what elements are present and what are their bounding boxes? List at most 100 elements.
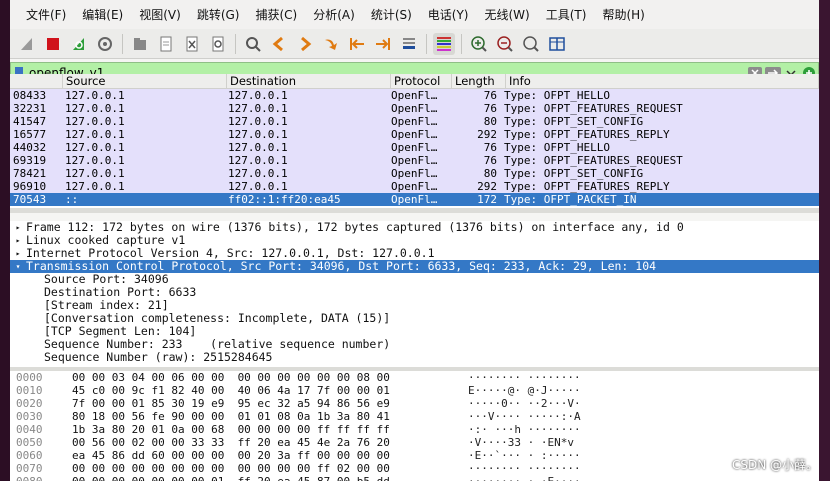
column-header-no[interactable] [10,74,63,88]
menu-item[interactable]: 分析(A) [305,6,363,23]
hex-row[interactable]: 0060 ea 45 86 dd 60 00 00 00 00 20 3a ff … [10,449,819,462]
close-file-icon[interactable] [181,33,203,55]
hex-offset: 0010 [16,384,43,397]
cell-no: 78421 [13,167,47,180]
hex-row[interactable]: 0020 7f 00 00 01 85 30 19 e9 95 ec 32 a5 … [10,397,819,410]
go-to-packet-icon[interactable] [320,33,342,55]
hex-row[interactable]: 0070 00 00 00 00 00 00 00 00 00 00 00 00 … [10,462,819,475]
packet-row[interactable]: 41547 127.0.0.1 127.0.0.1 OpenFl… 80 Type: OF… [10,115,819,128]
cell-info: Type: OFPT_HELLO [504,141,610,154]
normal-size-icon[interactable] [520,33,542,55]
cell-info: Type: OFPT_SET_CONFIG [504,115,644,128]
packet-row[interactable]: 32231 127.0.0.1 127.0.0.1 OpenFl… 76 Type: OF… [10,102,819,115]
hex-offset: 0060 [16,449,43,462]
menu-item[interactable]: 文件(F) [18,6,74,23]
menu-item[interactable]: 视图(V) [131,6,189,23]
autoscroll-icon[interactable] [398,33,420,55]
expand-arrow-icon[interactable]: ▸ [10,221,26,234]
hex-bytes: 00 00 03 04 00 06 00 00 00 00 00 00 00 0… [72,371,390,384]
cell-info: Type: OFPT_FEATURES_REPLY [504,128,670,141]
hex-row[interactable]: 0040 1b 3a 80 20 01 0a 00 68 00 00 00 00 … [10,423,819,436]
menu-item[interactable]: 统计(S) [363,6,420,23]
packet-row[interactable]: 16577 127.0.0.1 127.0.0.1 OpenFl… 292 Type: O… [10,128,819,141]
colorize-icon[interactable] [433,32,455,55]
cell-protocol: OpenFl… [391,115,438,128]
packet-row-selected[interactable]: 70543:: ff02::1:ff20:ea45 OpenFl… 172 Type: … [10,193,819,206]
resize-columns-icon[interactable] [546,33,568,55]
cell-source: 127.0.0.1 [65,180,125,193]
hex-row[interactable]: 0030 80 18 00 56 fe 90 00 00 01 01 08 0a … [10,410,819,423]
stop-square-icon[interactable] [42,33,64,55]
open-file-icon[interactable] [129,33,151,55]
cell-length: 76 [483,102,497,115]
go-back-icon[interactable] [268,33,290,55]
hex-row[interactable]: 008000 00 00 00 00 00 00 01 ff 20 ea 45 … [10,475,819,481]
hex-bytes: 45 c0 00 9c f1 82 40 00 40 06 4a 17 7f 0… [72,384,390,397]
cell-info: Type: OFPT_FEATURES_REQUEST [504,102,683,115]
column-header-destination[interactable]: Destination [227,74,391,88]
zoom-out-icon[interactable] [494,33,516,55]
hex-bytes: 1b 3a 80 20 01 0a 00 68 00 00 00 00 ff f… [72,423,390,436]
pane-splitter[interactable] [10,208,819,213]
menu-item[interactable]: 帮助(H) [594,6,652,23]
expand-arrow-icon[interactable]: ▸ [10,247,26,260]
menu-item[interactable]: 跳转(G) [189,6,248,23]
capture-options-icon[interactable] [94,33,116,55]
collapse-arrow-icon[interactable]: ▾ [10,260,26,273]
expand-arrow-icon[interactable]: ▸ [10,234,26,247]
column-header-source[interactable]: Source [63,74,227,88]
packet-details: ▸ Frame 112: 172 bytes on wire (1376 bits… [10,221,819,367]
menu-item[interactable]: 编辑(E) [74,6,131,23]
column-header-info[interactable]: Info [506,74,819,88]
hex-bytes: 00 00 00 00 00 00 00 00 00 00 00 00 ff 0… [72,462,390,475]
hex-ascii: E·····@· @·J····· [468,384,581,397]
find-packet-icon[interactable] [242,33,264,55]
menu-bar: 文件(F) 编辑(E) 视图(V) 跳转(G) 捕获(C) 分析(A) 统计(S) 电话(Y)… [10,0,819,29]
go-forward-icon[interactable] [294,33,316,55]
cell-source: :: [65,193,79,206]
packet-list: Source Destination Protocol Length Info … [10,74,819,208]
shark-fin-start-icon[interactable] [16,33,38,55]
packet-row[interactable]: 69319 127.0.0.1 127.0.0.1 OpenFl… 76 Type: OF… [10,154,819,167]
cell-destination: 127.0.0.1 [228,180,288,193]
reload-icon[interactable] [207,33,229,55]
menu-item[interactable]: 电话(Y) [420,6,477,23]
cell-no: 69319 [13,154,47,167]
hex-row[interactable]: 0000 00 00 03 04 00 06 00 00 00 00 00 00 … [10,371,819,384]
cell-destination: 127.0.0.1 [228,102,288,115]
packet-row[interactable]: 78421 127.0.0.1 127.0.0.1 OpenFl… 80 Type: OF… [10,167,819,180]
hex-row[interactable]: 0050 00 56 00 02 00 00 33 33 ff 20 ea 45 … [10,436,819,449]
hex-offset: 0000 [16,371,43,384]
restart-capture-icon[interactable] [68,33,90,55]
hex-offset: 0030 [16,410,43,423]
hex-row[interactable]: 0010 45 c0 00 9c f1 82 40 00 40 06 4a 17 … [10,384,819,397]
first-packet-icon[interactable] [346,33,368,55]
last-packet-icon[interactable] [372,33,394,55]
column-header-length[interactable]: Length [452,74,506,88]
packet-row[interactable]: 96910 127.0.0.1 127.0.0.1 OpenFl… 292 Type: O… [10,180,819,193]
cell-protocol: OpenFl… [391,141,438,154]
cell-protocol: OpenFl… [391,128,438,141]
cell-no: 16577 [13,128,47,141]
cell-source: 127.0.0.1 [65,141,125,154]
menu-item[interactable]: 捕获(C) [247,6,305,23]
zoom-in-icon[interactable] [468,33,490,55]
column-header-protocol[interactable]: Protocol [391,74,452,88]
hex-ascii: ········ ········ [468,462,581,475]
cell-source: 127.0.0.1 [65,102,125,115]
menu-item[interactable]: 无线(W) [477,6,538,23]
cell-destination: 127.0.0.1 [228,89,288,102]
cell-source: 127.0.0.1 [65,167,125,180]
packet-row[interactable]: 08433 127.0.0.1 127.0.0.1 OpenFl… 76 Type: OF… [10,89,819,102]
detail-tree-item[interactable]: Sequence Number (raw): 2515284645 [10,351,819,364]
packet-row[interactable]: 44032 127.0.0.1 127.0.0.1 OpenFl… 76 Type: OF… [10,141,819,154]
save-file-icon[interactable] [155,33,177,55]
cell-protocol: OpenFl… [391,167,438,180]
menu-item[interactable]: 工具(T) [538,6,595,23]
